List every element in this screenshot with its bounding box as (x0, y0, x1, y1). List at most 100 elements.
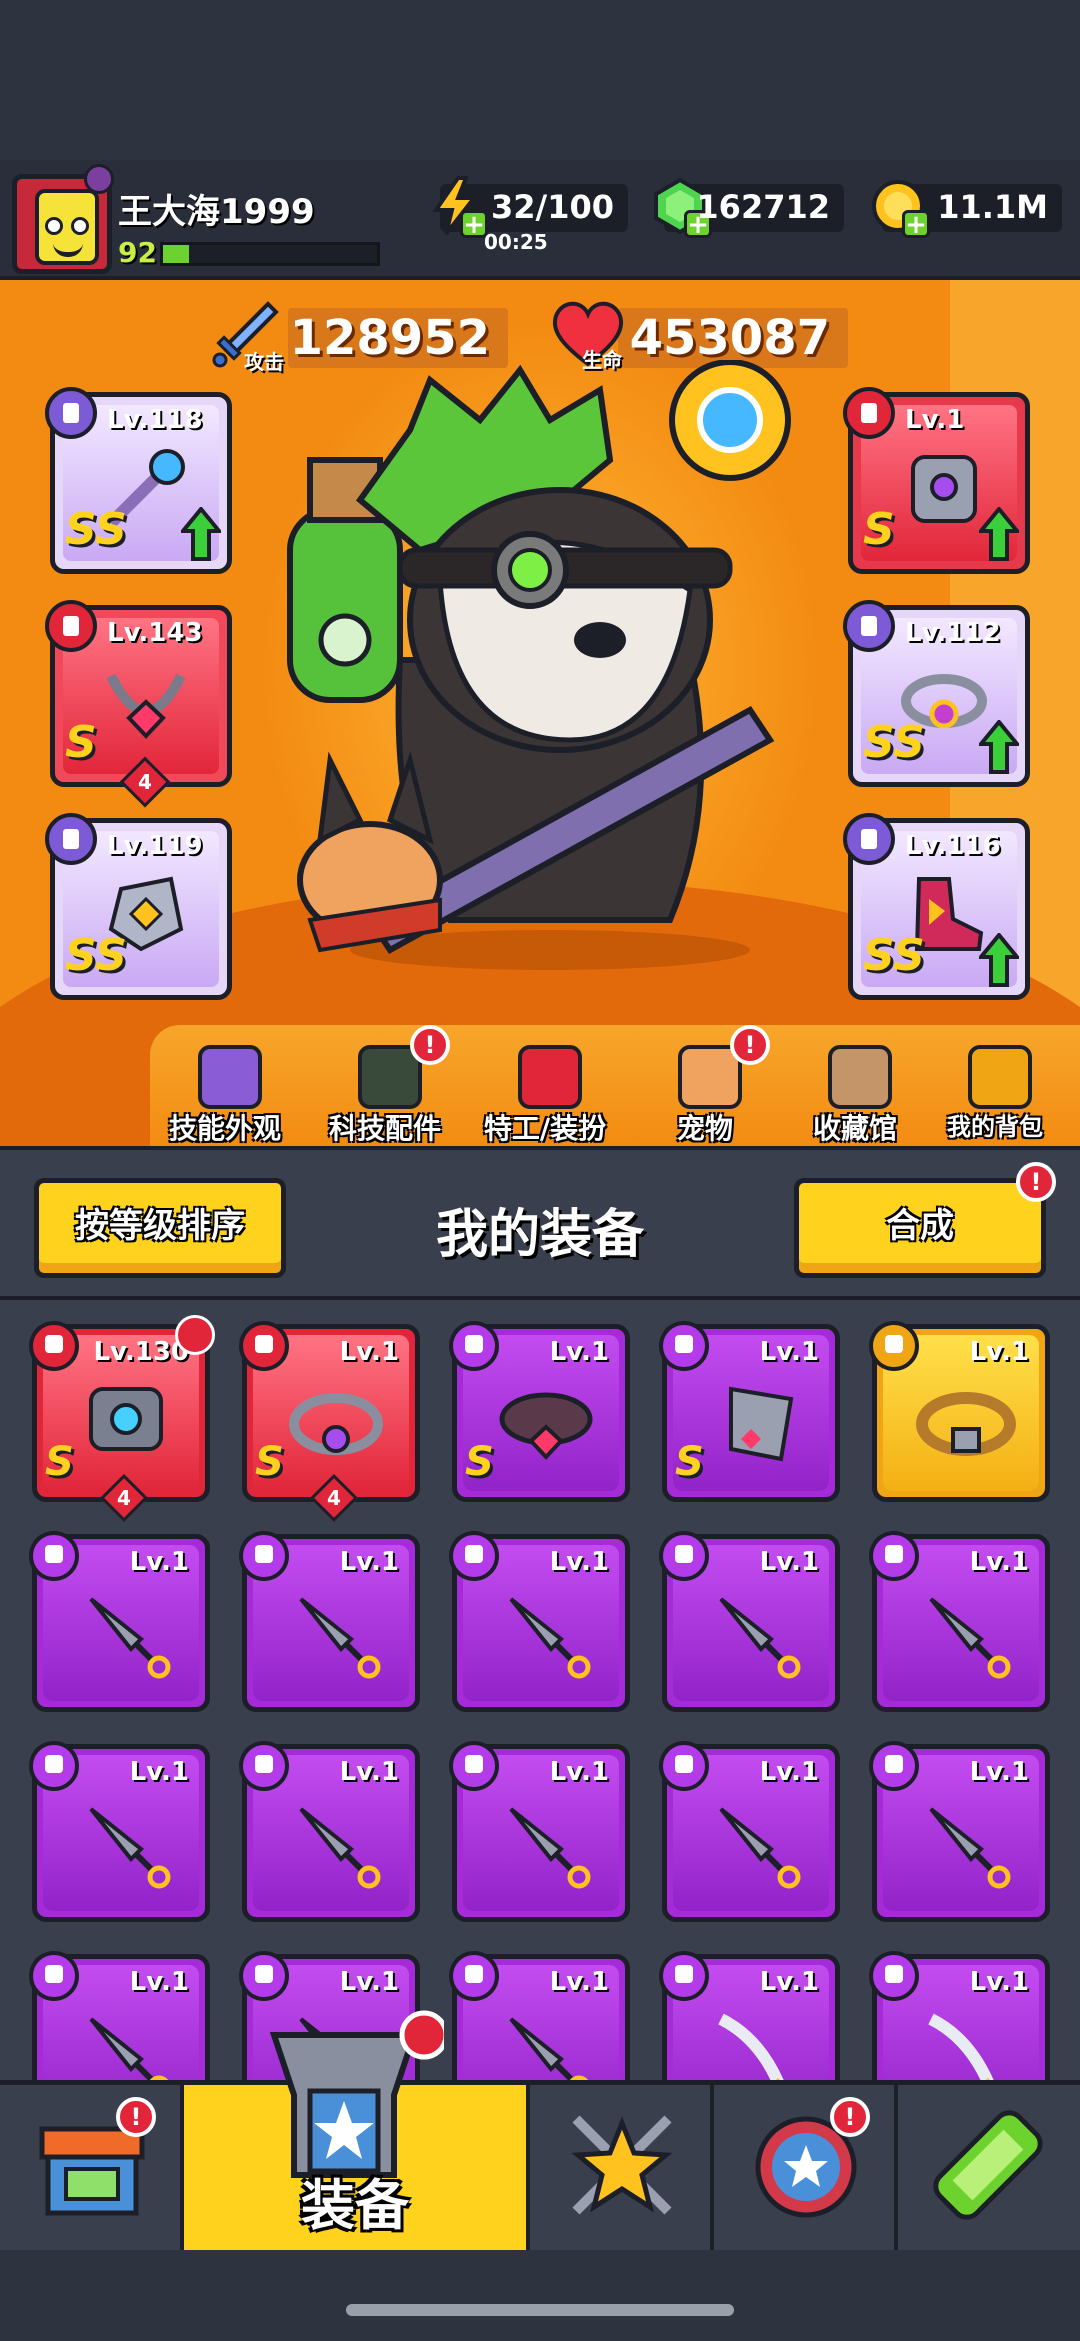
slot-level: Lv.143 (107, 618, 203, 648)
add-coins-button[interactable]: + (902, 210, 930, 238)
alert-badge: ! (730, 1025, 770, 1065)
inventory-item[interactable]: Lv.130 S 4 (29, 1315, 215, 1523)
star-count: 4 (117, 1486, 131, 1510)
inventory-item[interactable]: Lv.1 (869, 1951, 1050, 2080)
inventory-item[interactable]: Lv.1 (29, 1531, 210, 1712)
item-level: Lv.1 (969, 1967, 1029, 1997)
energy-counter[interactable]: + 32/100 (432, 176, 628, 238)
nav-tech-parts[interactable]: ! 科技配件 (310, 1025, 460, 1146)
item-type-icon (869, 1531, 919, 1581)
equipped-shirt-icon (175, 1315, 215, 1355)
equipment-tab-label: 装备 (301, 2174, 409, 2237)
upgrade-arrow-icon (181, 507, 221, 561)
top-bar: 王大海1999 92 + 32/100 00:25 + 162712 + 11.… (0, 160, 1080, 280)
inventory-item[interactable]: Lv.1 (449, 1531, 630, 1712)
coin-counter[interactable]: + 11.1M (872, 180, 1062, 238)
item-level: Lv.1 (969, 1547, 1029, 1577)
tab-gacha[interactable]: ! (714, 2085, 898, 2250)
ring-item-icon (289, 1393, 383, 1455)
item-type-icon (29, 1321, 79, 1371)
inventory-item[interactable]: Lv.1 S (449, 1321, 630, 1502)
kunai-item-icon (929, 1597, 1011, 1679)
item-type-icon (659, 1951, 709, 2001)
hero-character[interactable] (250, 360, 850, 980)
upgrade-arrow-icon (979, 720, 1019, 774)
item-type-icon (29, 1951, 79, 2001)
inventory-item[interactable]: Lv.1 (449, 1951, 630, 2080)
rank-badge: S (255, 1439, 284, 1485)
item-level: Lv.1 (339, 1757, 399, 1787)
dna-capsule-icon (933, 2110, 1043, 2220)
nav-agent-outfit[interactable]: 特工/装扮 (470, 1025, 620, 1146)
item-level: Lv.1 (549, 1337, 609, 1367)
equip-slot-belt[interactable]: Lv.112 SS (843, 600, 1030, 787)
item-type-icon (869, 1951, 919, 2001)
rank-badge: SS (65, 504, 127, 555)
item-level: Lv.1 (129, 1547, 189, 1577)
necklace-type-icon (45, 600, 97, 652)
inventory-item[interactable]: Lv.1 S 4 (239, 1321, 420, 1523)
necklace-item-icon (106, 673, 186, 739)
equip-slot-boots[interactable]: Lv.116 SS (843, 813, 1030, 1000)
belt-item-icon (916, 1392, 1016, 1456)
bottom-nav: ! 装备 ! (0, 2010, 1080, 2250)
item-level: Lv.1 (339, 1967, 399, 1997)
inventory-item[interactable]: Lv.1 (869, 1741, 1050, 1922)
inventory-item[interactable]: Lv.1 (449, 1741, 630, 1922)
inventory-item[interactable]: Lv.1 S (659, 1321, 840, 1502)
inventory-item[interactable]: Lv.1 (659, 1531, 840, 1712)
kunai-item-icon (929, 1807, 1011, 1889)
item-type-icon (449, 1951, 499, 2001)
kunai-item-icon (509, 1597, 591, 1679)
item-level: Lv.1 (759, 1547, 819, 1577)
inventory-item[interactable]: Lv.1 (659, 1951, 840, 2080)
tab-talent[interactable] (530, 2085, 714, 2250)
nav-backpack[interactable]: 我的背包 (920, 1025, 1070, 1146)
equip-slot-necklace[interactable]: Lv.143 S 4 (45, 600, 232, 808)
armor-type-icon (843, 387, 895, 439)
equip-slot-glove[interactable]: Lv.119 SS (45, 813, 232, 1000)
home-indicator (346, 2304, 734, 2316)
merge-button[interactable]: 合成 (794, 1178, 1046, 1278)
alert-badge: ! (830, 2097, 870, 2137)
hero-nav-bar: 技能外观 ! 科技配件 特工/装扮 ! 宠物 收藏馆 我的背包 (150, 1025, 1080, 1146)
item-level: Lv.1 (549, 1757, 609, 1787)
inventory-item[interactable]: Lv.1 (29, 1951, 210, 2080)
inventory-item[interactable]: Lv.1 (29, 1741, 210, 1922)
hp-stat: 453087 (618, 308, 848, 368)
equip-slot-weapon[interactable]: Lv.118 SS (45, 387, 232, 574)
glove-type-icon (45, 813, 97, 865)
inventory-item[interactable]: Lv.1 (659, 1741, 840, 1922)
tab-gene[interactable] (898, 2085, 1080, 2250)
collar-item-icon (499, 1392, 593, 1460)
rank-badge: S (45, 1439, 74, 1485)
inventory-item[interactable]: Lv.1 (239, 1531, 420, 1712)
upgrade-arrow-icon (979, 507, 1019, 561)
nav-skill-skin[interactable]: 技能外观 (150, 1025, 300, 1146)
kunai-item-icon (299, 1597, 381, 1679)
item-level: Lv.1 (129, 1757, 189, 1787)
star-count: 4 (138, 770, 152, 794)
attack-value: 128952 (289, 310, 490, 366)
equip-slot-armor[interactable]: Lv.1 S (843, 387, 1030, 574)
upgrade-arrow-icon (979, 933, 1019, 987)
item-level: Lv.1 (549, 1547, 609, 1577)
inventory-item[interactable]: Lv.1 (869, 1321, 1050, 1502)
slot-level: Lv.1 (905, 405, 965, 435)
item-type-icon (659, 1321, 709, 1371)
tab-shop[interactable]: ! (0, 2085, 184, 2250)
gem-counter[interactable]: + 162712 (654, 177, 844, 238)
kunai-item-icon (89, 2017, 169, 2080)
item-type-icon (29, 1531, 79, 1581)
coin-value: 11.1M (937, 188, 1048, 226)
inventory-item[interactable]: Lv.1 (869, 1531, 1050, 1712)
slot-level: Lv.112 (905, 618, 1001, 648)
inventory-item[interactable]: Lv.1 (239, 1741, 420, 1922)
collection-icon (828, 1045, 892, 1109)
kunai-item-icon (509, 1807, 591, 1889)
tab-equipment[interactable]: 装备 (184, 2010, 530, 2250)
item-level: Lv.1 (759, 1757, 819, 1787)
nav-pet[interactable]: ! 宠物 (630, 1025, 780, 1146)
item-type-icon (239, 1741, 289, 1791)
hero-panel: 128952 攻击 453087 生命 Lv.118 SS Lv.143 S 4… (0, 280, 1080, 1146)
